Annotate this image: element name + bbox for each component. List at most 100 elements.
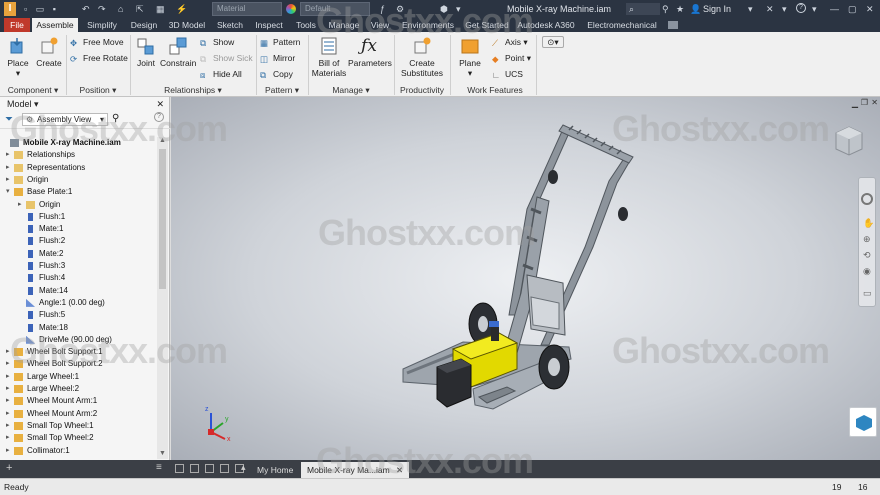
- status-text: Ready: [4, 482, 29, 492]
- steering-wheel-icon[interactable]: [861, 193, 873, 205]
- graphics-window[interactable]: z x y ▁ ❐ ✕ ✋ ⊕ ⟲ ◉ ▭: [171, 97, 880, 460]
- tile-vertical-icon[interactable]: [220, 464, 229, 473]
- pattern-button[interactable]: ▦ Pattern: [260, 37, 300, 48]
- cascade-icon[interactable]: [190, 464, 199, 473]
- style-dropdown[interactable]: Material: [212, 2, 282, 16]
- star-icon[interactable]: ★: [676, 3, 684, 15]
- new-icon[interactable]: ▫: [24, 4, 27, 14]
- tile-horizontal-icon[interactable]: [205, 464, 214, 473]
- copy-button[interactable]: ⧉ Copy: [260, 69, 293, 80]
- position-group-label[interactable]: Position ▾: [66, 84, 130, 96]
- close-icon[interactable]: ✕: [866, 3, 874, 15]
- tab-assemble[interactable]: Assemble: [32, 18, 78, 32]
- select-icon[interactable]: ⇱: [136, 3, 144, 15]
- work-features-group-label[interactable]: Work Features: [454, 84, 536, 96]
- collapse-icon[interactable]: ▾: [6, 188, 13, 196]
- x-icon[interactable]: ✕: [766, 3, 774, 15]
- search-box[interactable]: ⌕: [626, 3, 660, 15]
- free-rotate-button[interactable]: ⟳ Free Rotate: [70, 53, 128, 64]
- menu-icon[interactable]: ≡: [156, 462, 162, 473]
- point-label: Point: [505, 53, 525, 63]
- expand-icon[interactable]: ▸: [6, 447, 13, 455]
- chevron-down-icon[interactable]: ▾: [812, 3, 817, 15]
- plane-button[interactable]: Plane ▾: [454, 36, 486, 78]
- measure-icon[interactable]: ▦: [156, 3, 165, 15]
- expand-icon[interactable]: ▸: [6, 176, 13, 184]
- appearance-color-icon[interactable]: [286, 4, 296, 14]
- expand-icon[interactable]: ▸: [6, 385, 13, 393]
- home-icon[interactable]: ⌂: [118, 3, 123, 15]
- update-icon[interactable]: ⚡: [176, 3, 187, 15]
- binoculars-icon[interactable]: ⚲: [662, 3, 669, 15]
- ucs-icon: ∟: [492, 70, 501, 80]
- user-icon[interactable]: 👤: [690, 3, 701, 15]
- expand-icon[interactable]: ▸: [6, 422, 13, 430]
- expand-icon[interactable]: ▸: [6, 151, 13, 159]
- tab-my-home[interactable]: My Home: [251, 462, 299, 478]
- viewport-close-icon[interactable]: ✕: [871, 98, 878, 107]
- tab-simplify[interactable]: Simplify: [82, 18, 122, 32]
- expand-icon[interactable]: ▸: [6, 410, 13, 418]
- look-at-icon[interactable]: ◉: [863, 266, 871, 277]
- joint-button[interactable]: Joint: [132, 36, 160, 68]
- orbit-icon[interactable]: ⟲: [863, 250, 871, 261]
- tab-design[interactable]: Design: [126, 18, 162, 32]
- browser-scrollbar[interactable]: ▲ ▼: [157, 137, 168, 459]
- ribbon-options-dropdown[interactable]: ⊙▾: [542, 36, 564, 48]
- create-substitutes-button[interactable]: Create Substitutes: [398, 36, 446, 78]
- redo-icon[interactable]: ↷: [98, 3, 106, 15]
- tab-3d-model[interactable]: 3D Model: [164, 18, 210, 32]
- constrain-button[interactable]: Constrain: [160, 36, 196, 68]
- tab-sketch[interactable]: Sketch: [212, 18, 248, 32]
- expand-icon[interactable]: ▸: [6, 434, 13, 442]
- help-icon[interactable]: ?: [796, 3, 806, 13]
- sign-in-link[interactable]: Sign In: [703, 3, 731, 15]
- chevron-down-icon[interactable]: ▾: [748, 3, 753, 15]
- point-button[interactable]: ◆ Point ▾: [492, 53, 531, 64]
- relationships-group-label[interactable]: Relationships ▾: [130, 84, 256, 96]
- viewport-restore-icon[interactable]: ❐: [861, 98, 868, 107]
- inventor-logo-icon[interactable]: I: [4, 2, 16, 16]
- zoom-icon[interactable]: ⊕: [863, 234, 871, 245]
- viewcube[interactable]: [833, 125, 865, 157]
- search-icon: ⌕: [629, 4, 635, 14]
- show-sick-button[interactable]: ⧉ Show Sick: [200, 53, 253, 64]
- expand-icon[interactable]: ▸: [18, 201, 25, 209]
- show-button[interactable]: ⧉ Show: [200, 37, 234, 48]
- expand-icon[interactable]: ▸: [6, 373, 13, 381]
- panel-toggle-icon[interactable]: [668, 21, 678, 29]
- minimize-icon[interactable]: —: [830, 3, 839, 15]
- show-sick-icon: ⧉: [200, 54, 207, 64]
- manage-group-label[interactable]: Manage ▾: [308, 84, 394, 96]
- place-button[interactable]: Place ▾: [4, 36, 32, 78]
- model-browser: Model ▾ ✕ ⏷ ⚙ Assembly View ▾ ⚲ ? Mobile…: [0, 97, 170, 460]
- hide-all-button[interactable]: ⧈ Hide All: [200, 69, 242, 80]
- component-group-label[interactable]: Component ▾: [0, 84, 66, 96]
- scroll-down-arrow[interactable]: ▼: [159, 450, 166, 457]
- ucs-button[interactable]: ∟ UCS: [492, 69, 523, 80]
- tile-icon[interactable]: [175, 464, 184, 473]
- pan-icon[interactable]: ✋: [863, 218, 874, 229]
- create-button[interactable]: Create: [35, 36, 63, 68]
- share-view-button[interactable]: [849, 407, 877, 437]
- scroll-thumb[interactable]: [159, 149, 166, 289]
- tab-inspect[interactable]: Inspect: [250, 18, 288, 32]
- free-move-button[interactable]: ✥ Free Move: [70, 37, 124, 48]
- mirror-button[interactable]: ◫ Mirror: [260, 53, 295, 64]
- documents-menu-icon[interactable]: ▴: [241, 462, 246, 473]
- nav-customize-icon[interactable]: ▭: [863, 288, 872, 299]
- pattern-group-label[interactable]: Pattern ▾: [256, 84, 308, 96]
- chevron-down-icon[interactable]: ▾: [782, 3, 787, 15]
- bill-of-materials-button[interactable]: Bill of Materials: [310, 36, 348, 78]
- expand-icon[interactable]: ▸: [6, 397, 13, 405]
- tab-file[interactable]: File: [4, 18, 30, 32]
- undo-icon[interactable]: ↶: [82, 3, 90, 15]
- tab-electromechanical[interactable]: Electromechanical: [582, 18, 662, 32]
- open-icon[interactable]: ▭: [36, 4, 45, 14]
- viewport-minimize-icon[interactable]: ▁: [852, 99, 858, 108]
- productivity-group-label[interactable]: Productivity: [394, 84, 450, 96]
- save-icon[interactable]: ▪: [53, 4, 56, 14]
- maximize-icon[interactable]: ▢: [848, 3, 857, 15]
- expand-icon[interactable]: ▸: [6, 164, 13, 172]
- add-icon[interactable]: +: [6, 462, 12, 474]
